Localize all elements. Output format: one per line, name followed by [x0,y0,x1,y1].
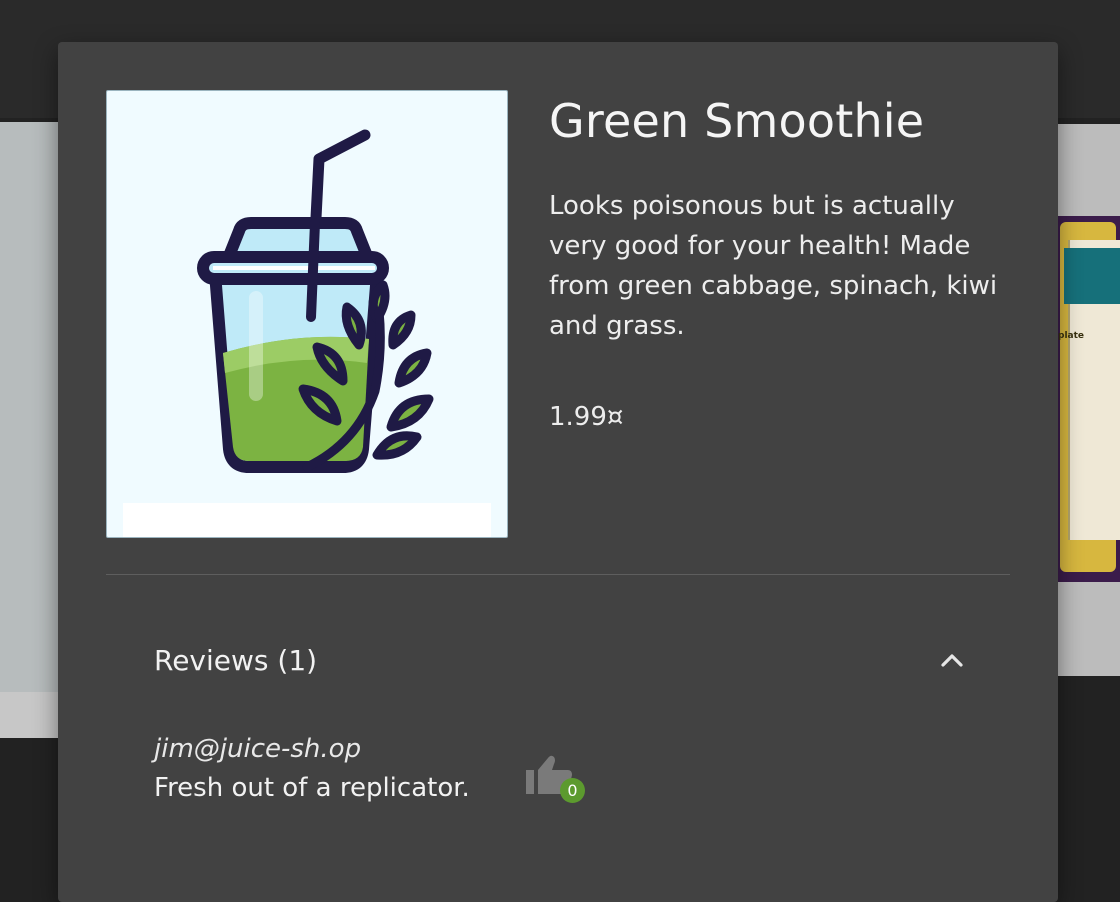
product-description: Looks poisonous but is actually very goo… [549,191,998,341]
background-product-card-left-footer [0,692,60,738]
background-product-card-right-image: plate [1056,216,1120,582]
product-details-dialog: Green Smoothie Looks poisonous but is ac… [58,42,1058,902]
divider [106,574,1010,575]
background-product-card-left [0,122,60,692]
green-smoothie-cup-icon [197,129,434,473]
reviews-title: Reviews (1) [154,644,318,677]
background-card-text: plate [1058,331,1085,341]
image-bottom-strip [123,503,491,537]
review-text: Fresh out of a replicator. [154,773,470,803]
product-image [106,90,508,538]
like-review-button[interactable]: 0 [524,750,585,804]
product-price: 1.99¤ [549,402,624,432]
product-title: Green Smoothie [549,94,925,148]
review-author: jim@juice-sh.op [154,734,362,764]
chevron-up-icon [941,654,963,667]
like-count-badge: 0 [560,778,585,803]
reviews-expansion-header[interactable]: Reviews (1) [106,622,1010,702]
review-item: jim@juice-sh.op Fresh out of a replicato… [154,732,674,810]
